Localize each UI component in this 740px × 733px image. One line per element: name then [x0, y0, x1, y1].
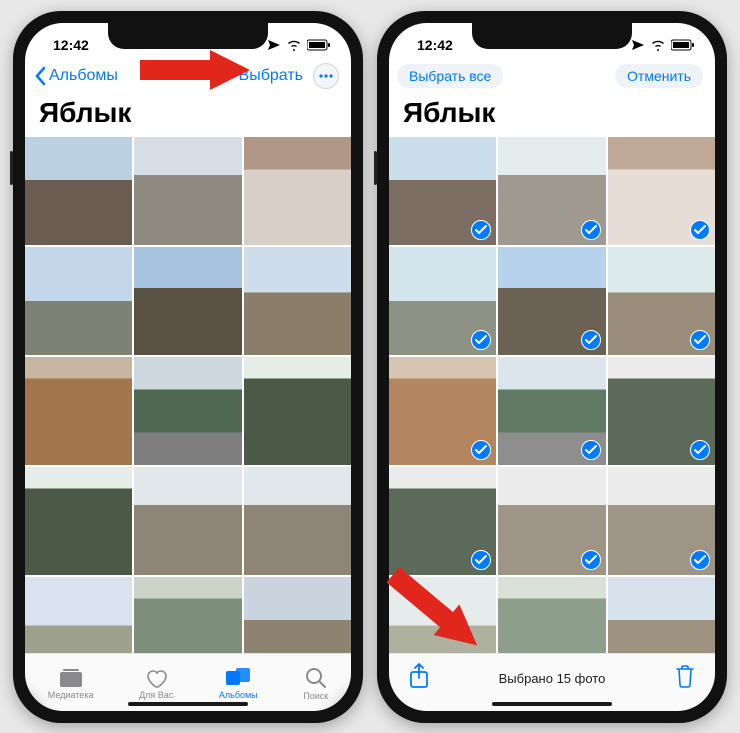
photo-thumbnail[interactable] [25, 357, 132, 465]
tab-foryou[interactable]: Для Вас [139, 668, 173, 700]
selection-check-icon [471, 330, 491, 350]
photo-thumbnail[interactable] [608, 467, 715, 575]
albums-icon [226, 668, 250, 688]
status-time: 12:42 [53, 37, 89, 53]
more-button[interactable] [313, 63, 339, 89]
selection-check-icon [690, 440, 710, 460]
photo-thumbnail[interactable] [389, 247, 496, 355]
photo-thumbnail[interactable] [498, 467, 605, 575]
photo-thumbnail[interactable] [134, 357, 241, 465]
photo-thumbnail[interactable] [498, 357, 605, 465]
select-all-button[interactable]: Выбрать все [397, 64, 503, 88]
photo-thumbnail[interactable] [389, 137, 496, 245]
selection-check-icon [581, 440, 601, 460]
photo-thumbnail[interactable] [244, 577, 351, 653]
tab-search[interactable]: Поиск [303, 667, 328, 701]
back-button[interactable]: Альбомы [33, 66, 118, 86]
battery-icon [307, 39, 331, 51]
nav-bar: Выбрать все Отменить [389, 59, 715, 95]
status-time: 12:42 [417, 37, 453, 53]
chevron-left-icon [33, 66, 47, 86]
photo-thumbnail[interactable] [25, 247, 132, 355]
wifi-icon [650, 39, 666, 51]
photo-grid[interactable] [25, 137, 351, 653]
photo-thumbnail[interactable] [389, 357, 496, 465]
photo-thumbnail[interactable] [498, 577, 605, 653]
library-icon [59, 668, 83, 688]
photo-thumbnail[interactable] [244, 467, 351, 575]
selection-status: Выбрано 15 фото [499, 671, 606, 686]
selection-check-icon [471, 220, 491, 240]
photo-thumbnail[interactable] [608, 357, 715, 465]
photo-thumbnail[interactable] [25, 137, 132, 245]
foryou-icon [145, 668, 167, 688]
photo-thumbnail[interactable] [498, 137, 605, 245]
selection-check-icon [690, 220, 710, 240]
selection-check-icon [471, 440, 491, 460]
tab-label: Для Вас [139, 690, 173, 700]
album-title: Яблык [389, 95, 715, 137]
photo-thumbnail[interactable] [498, 247, 605, 355]
selection-check-icon [690, 330, 710, 350]
home-indicator[interactable] [128, 702, 248, 706]
photo-thumbnail[interactable] [134, 137, 241, 245]
tab-label: Поиск [303, 691, 328, 701]
photo-thumbnail[interactable] [244, 247, 351, 355]
notch [108, 23, 268, 49]
tab-albums[interactable]: Альбомы [219, 668, 258, 700]
tab-library[interactable]: Медиатека [48, 668, 94, 700]
photo-thumbnail[interactable] [608, 247, 715, 355]
photo-thumbnail[interactable] [134, 467, 241, 575]
photo-thumbnail[interactable] [134, 577, 241, 653]
photo-thumbnail[interactable] [389, 467, 496, 575]
selection-check-icon [581, 220, 601, 240]
home-indicator[interactable] [492, 702, 612, 706]
cancel-button[interactable]: Отменить [615, 64, 703, 88]
nav-bar: Альбомы Выбрать [25, 59, 351, 95]
airplane-icon [631, 39, 645, 51]
wifi-icon [286, 39, 302, 51]
selection-check-icon [581, 550, 601, 570]
photo-thumbnail[interactable] [608, 137, 715, 245]
photo-thumbnail[interactable] [608, 577, 715, 653]
airplane-icon [267, 39, 281, 51]
delete-button[interactable] [675, 664, 695, 693]
photo-thumbnail[interactable] [25, 577, 132, 653]
phone-frame-right: 12:42 Выбрать все Отменить Яблык Выбрано… [377, 11, 727, 723]
photo-thumbnail[interactable] [389, 577, 496, 653]
notch [472, 23, 632, 49]
share-button[interactable] [409, 663, 429, 694]
trash-icon [675, 664, 695, 688]
select-button[interactable]: Выбрать [239, 67, 303, 85]
photo-thumbnail[interactable] [25, 467, 132, 575]
photo-thumbnail[interactable] [244, 137, 351, 245]
selection-check-icon [581, 330, 601, 350]
tab-label: Альбомы [219, 690, 258, 700]
back-label: Альбомы [49, 67, 118, 85]
selection-check-icon [690, 550, 710, 570]
selection-check-icon [471, 550, 491, 570]
album-title: Яблык [25, 95, 351, 137]
share-icon [409, 663, 429, 689]
photo-thumbnail[interactable] [134, 247, 241, 355]
ellipsis-icon [319, 74, 333, 78]
phone-frame-left: 12:42 Альбомы Выбрать Яблык [13, 11, 363, 723]
photo-thumbnail[interactable] [244, 357, 351, 465]
tab-label: Медиатека [48, 690, 94, 700]
photo-grid[interactable] [389, 137, 715, 653]
search-icon [305, 667, 327, 689]
battery-icon [671, 39, 695, 51]
